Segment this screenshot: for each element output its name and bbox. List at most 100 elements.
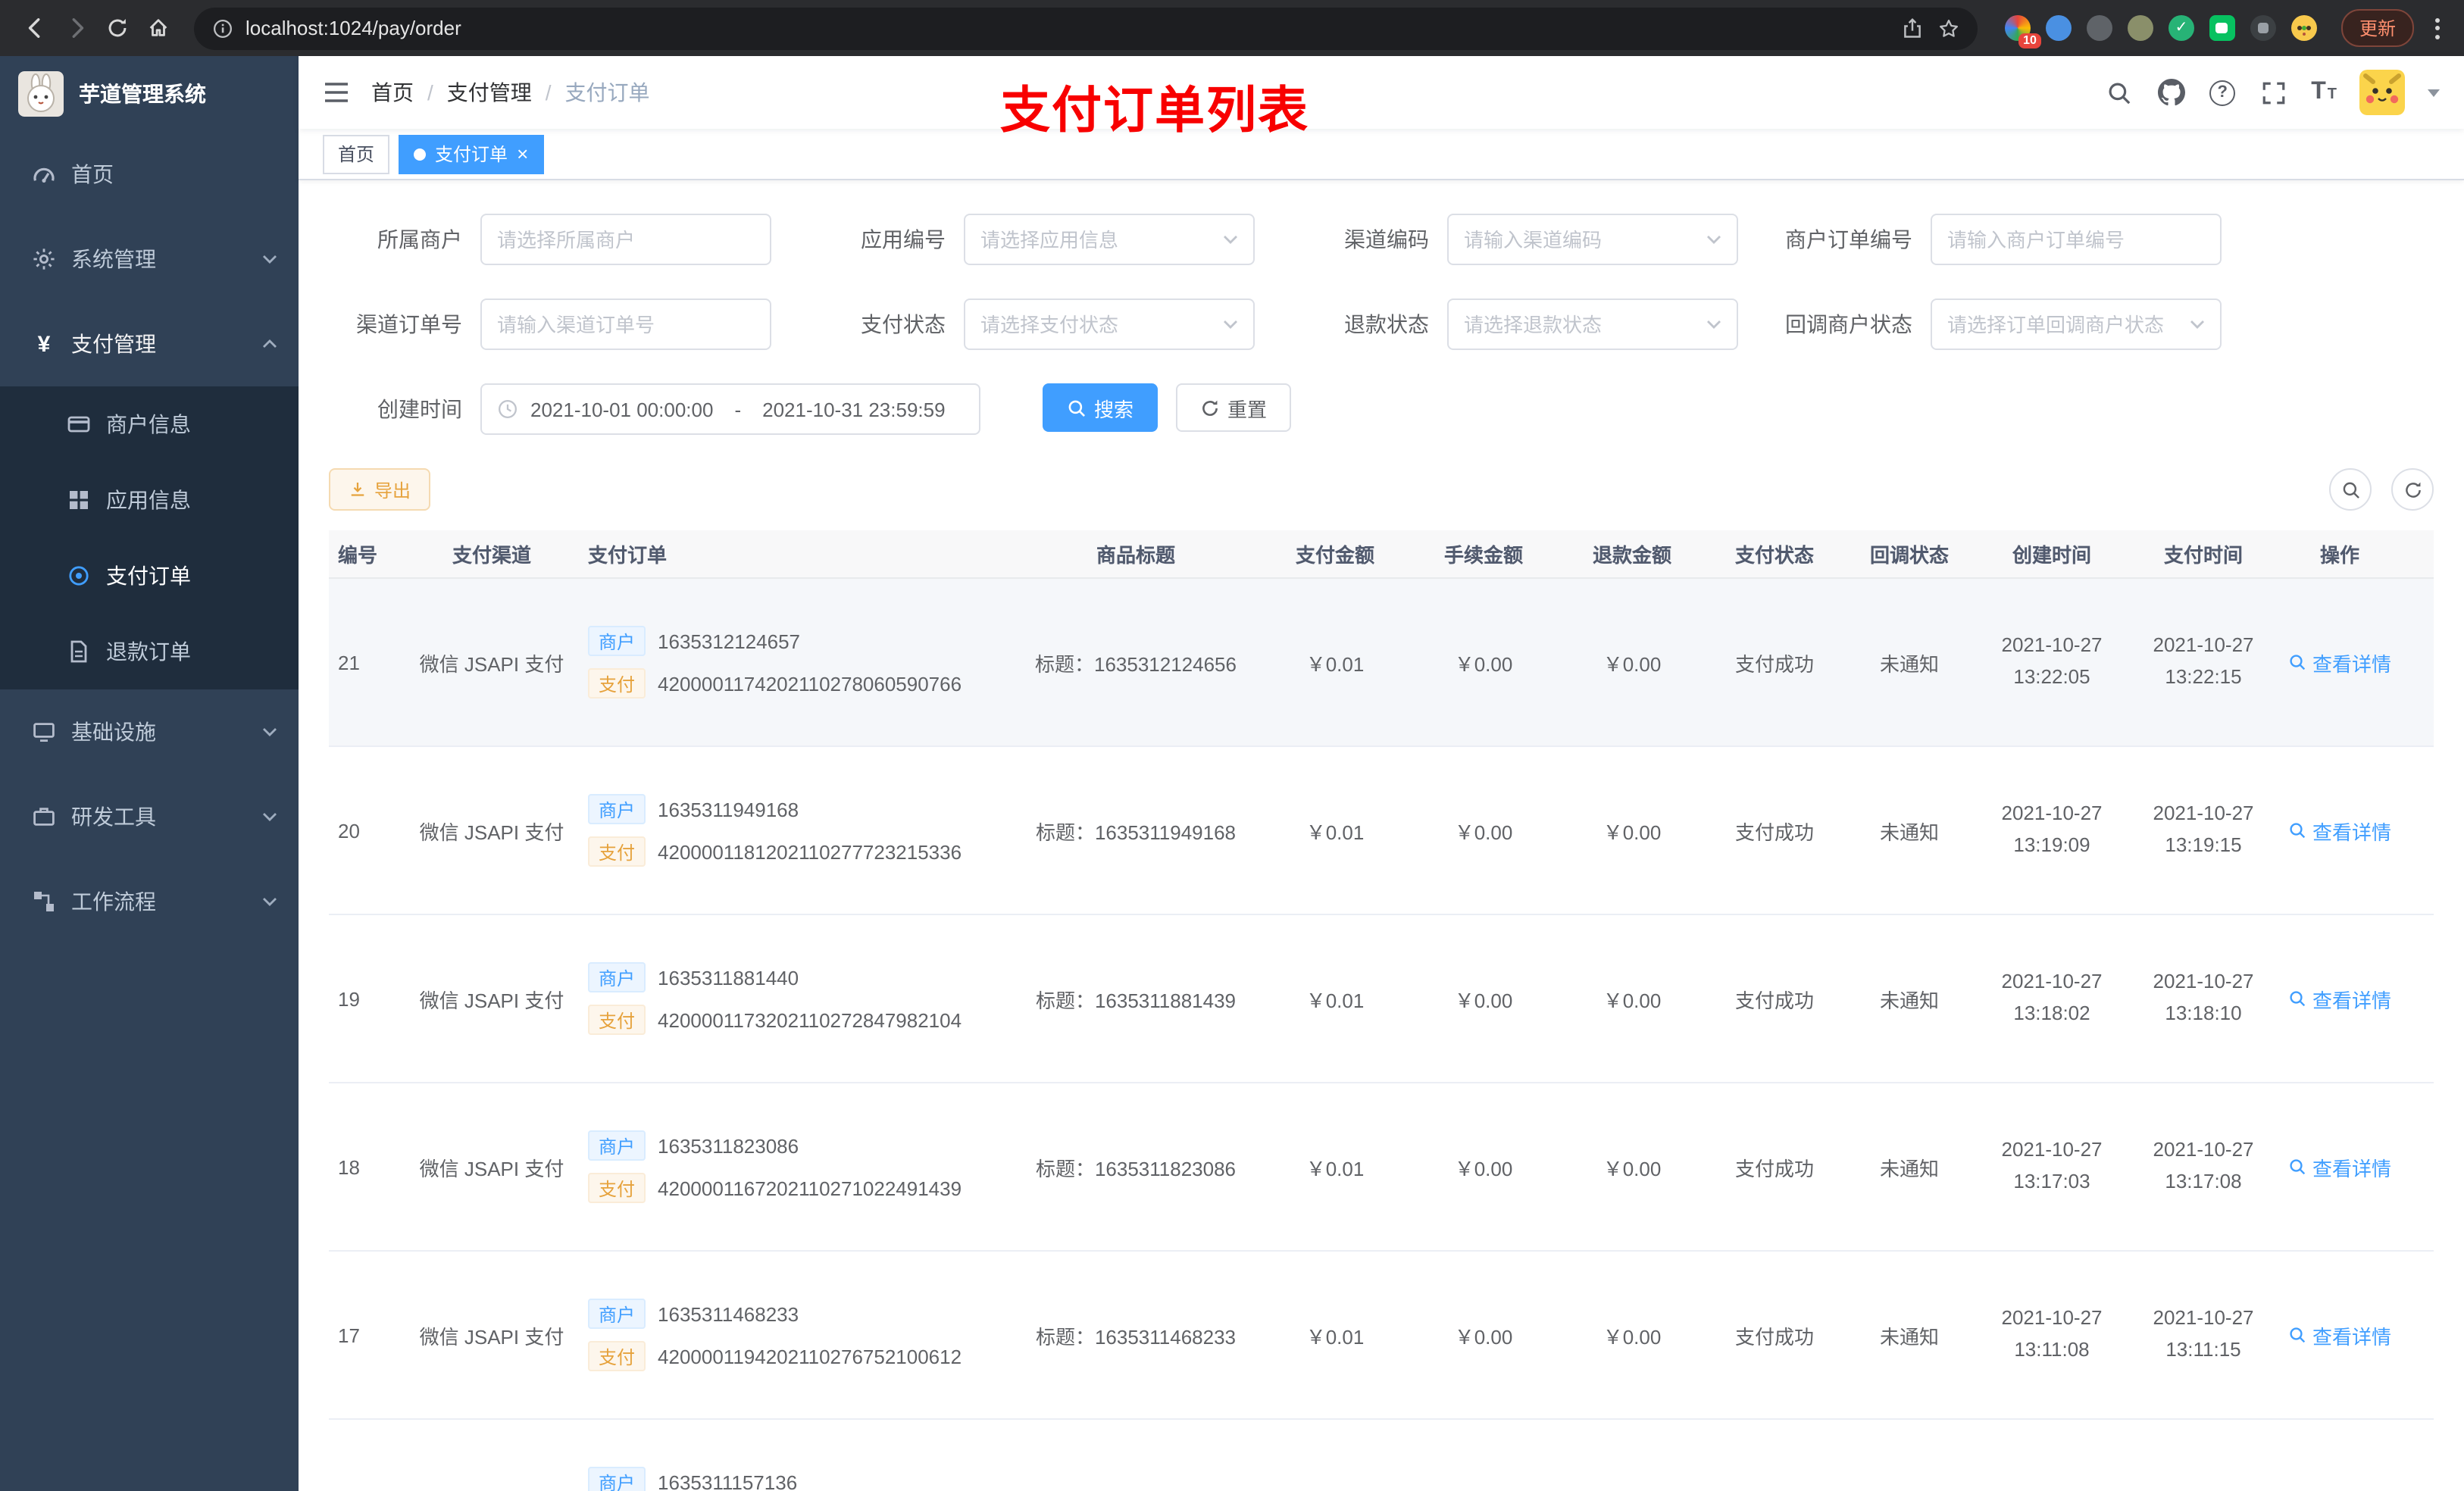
sidebar-item-workflow[interactable]: 工作流程 [0,859,299,944]
refund-status-select[interactable] [1447,299,1738,350]
merchant-order-no-field[interactable] [1931,214,2222,265]
view-detail-link[interactable]: 查看详情 [2288,1152,2391,1181]
refresh-button[interactable] [2391,468,2434,511]
channel-order-no-field[interactable] [480,299,771,350]
sidebar-toggle-icon[interactable] [323,80,350,105]
bookmark-star-icon[interactable] [1938,17,1959,39]
view-detail-link[interactable]: 查看详情 [2288,816,2391,845]
pay-tag: 支付 [588,668,646,699]
share-icon[interactable] [1902,17,1923,39]
document-icon [67,639,91,664]
cell-title: 标题：1635311949168 [1035,821,1237,843]
sidebar-item-label: 支付订单 [106,564,191,588]
merchant-tag: 商户 [588,1467,646,1491]
sidebar-item-label: 首页 [71,162,114,186]
sidebar-item-refund-order[interactable]: 退款订单 [0,614,299,689]
sidebar-item-merchant-info[interactable]: 商户信息 [0,386,299,462]
cell-pay-order: 商户 1635312124657 支付 4200001174202110278060… [579,626,1011,699]
channel-code-select[interactable] [1447,214,1738,265]
date-end-value: 2021-10-31 23:59:59 [762,398,946,420]
extension-icon[interactable] [2086,15,2112,41]
hide-search-button[interactable] [2329,468,2372,511]
site-info-icon[interactable] [212,17,233,39]
sidebar-item-pay-order[interactable]: 支付订单 [0,538,299,614]
app-input[interactable] [980,228,1214,251]
cell-fee: ￥0.00 [1454,989,1513,1011]
refund-status-input[interactable] [1464,313,1697,336]
chrome-update-button[interactable]: 更新 [2340,9,2414,47]
pay-status-select[interactable] [964,299,1255,350]
back-button[interactable] [15,8,56,48]
view-detail-link[interactable]: 查看详情 [2288,984,2391,1013]
search-icon[interactable] [2103,77,2134,108]
extension-icon[interactable] [2209,15,2235,41]
sidebar-item-label: 退款订单 [106,639,191,664]
tags-view-bar: 首页 支付订单 × [299,129,2464,180]
merchant-order-no: 1635311468233 [658,1302,799,1325]
monitor-icon [32,720,56,744]
merchant-input[interactable] [497,228,755,251]
filter-pay-status: 支付状态 [812,299,1255,350]
sidebar-item-label: 应用信息 [106,488,191,512]
cell-order-id: 17 [338,1324,360,1346]
breadcrumb-section[interactable]: 支付管理 [447,77,532,108]
home-button[interactable] [138,8,179,48]
cell-title: 标题：1635311468233 [1035,1325,1237,1348]
breadcrumb-home[interactable]: 首页 [371,77,414,108]
extension-icon[interactable] [2168,15,2194,41]
cell-pay-time: 2021-10-27 13:17:08 [2153,1138,2254,1192]
merchant-order-no-input[interactable] [1947,228,2205,251]
app-select[interactable] [964,214,1255,265]
sidebar-item-system[interactable]: 系统管理 [0,217,299,302]
help-icon[interactable] [2209,80,2236,105]
extension-icon[interactable] [2045,15,2072,41]
user-avatar[interactable] [2359,70,2405,115]
notify-status-input[interactable] [1947,313,2181,336]
font-size-icon[interactable] [2311,79,2337,106]
sidebar-item-infrastructure[interactable]: 基础设施 [0,689,299,774]
sidebar-item-home[interactable]: 首页 [0,132,299,217]
profile-avatar[interactable] [2290,15,2317,41]
reset-button[interactable]: 重置 [1176,383,1292,432]
browser-menu-icon[interactable] [2426,17,2449,39]
github-icon[interactable] [2156,77,2187,108]
extension-icon[interactable] [2250,15,2276,41]
app-logo-row: 芋道管理系统 [0,56,299,132]
cell-title: 标题：1635311823086 [1035,1157,1237,1180]
merchant-order-no: 1635311823086 [658,1134,799,1157]
address-bar[interactable]: localhost:1024/pay/order [194,7,1978,49]
cell-title: 标题：1635312124656 [1035,652,1237,675]
filter-create-time: 创建时间 2021-10-01 00:00:00 - 2021-10-31 23… [329,383,980,435]
pay-status-input[interactable] [980,313,1214,336]
fullscreen-icon[interactable] [2258,77,2288,108]
date-range-picker[interactable]: 2021-10-01 00:00:00 - 2021-10-31 23:59:5… [480,383,980,435]
channel-order-no-input[interactable] [497,313,755,336]
cell-pay-time: 2021-10-27 13:19:15 [2153,802,2254,856]
extension-icon[interactable] [2127,15,2153,41]
channel-code-input[interactable] [1464,228,1697,251]
cell-create-time: 2021-10-27 13:18:02 [2001,970,2103,1024]
sidebar-item-app-info[interactable]: 应用信息 [0,462,299,538]
close-tab-icon[interactable]: × [517,144,528,164]
tab-pay-order[interactable]: 支付订单 × [399,134,544,173]
filter-notify-status: 回调商户状态 [1779,299,2222,350]
sidebar-item-dev-tools[interactable]: 研发工具 [0,774,299,859]
view-detail-link[interactable]: 查看详情 [2288,648,2391,677]
view-detail-link[interactable]: 查看详情 [2288,1321,2391,1349]
forward-button[interactable] [56,8,97,48]
extension-icon[interactable]: 10 [2004,15,2041,48]
reload-button[interactable] [97,8,138,48]
table-row: 20 微信 JSAPI 支付 商户 1635311949168 支付 4200001… [329,747,2434,915]
sidebar-item-payment[interactable]: ¥ 支付管理 [0,302,299,386]
export-button[interactable]: 导出 [329,468,431,511]
merchant-select[interactable] [480,214,771,265]
cell-notify-status: 未通知 [1879,821,1939,843]
notify-status-select[interactable] [1931,299,2222,350]
search-button[interactable]: 搜索 [1043,383,1159,432]
user-menu-caret-icon[interactable] [2428,89,2440,96]
extensions-area: 10 [2004,15,2317,48]
cell-order-id: 20 [338,819,360,842]
tab-home[interactable]: 首页 [323,134,390,173]
table-toolbar: 导出 [329,468,2434,511]
clock-icon [497,399,518,420]
